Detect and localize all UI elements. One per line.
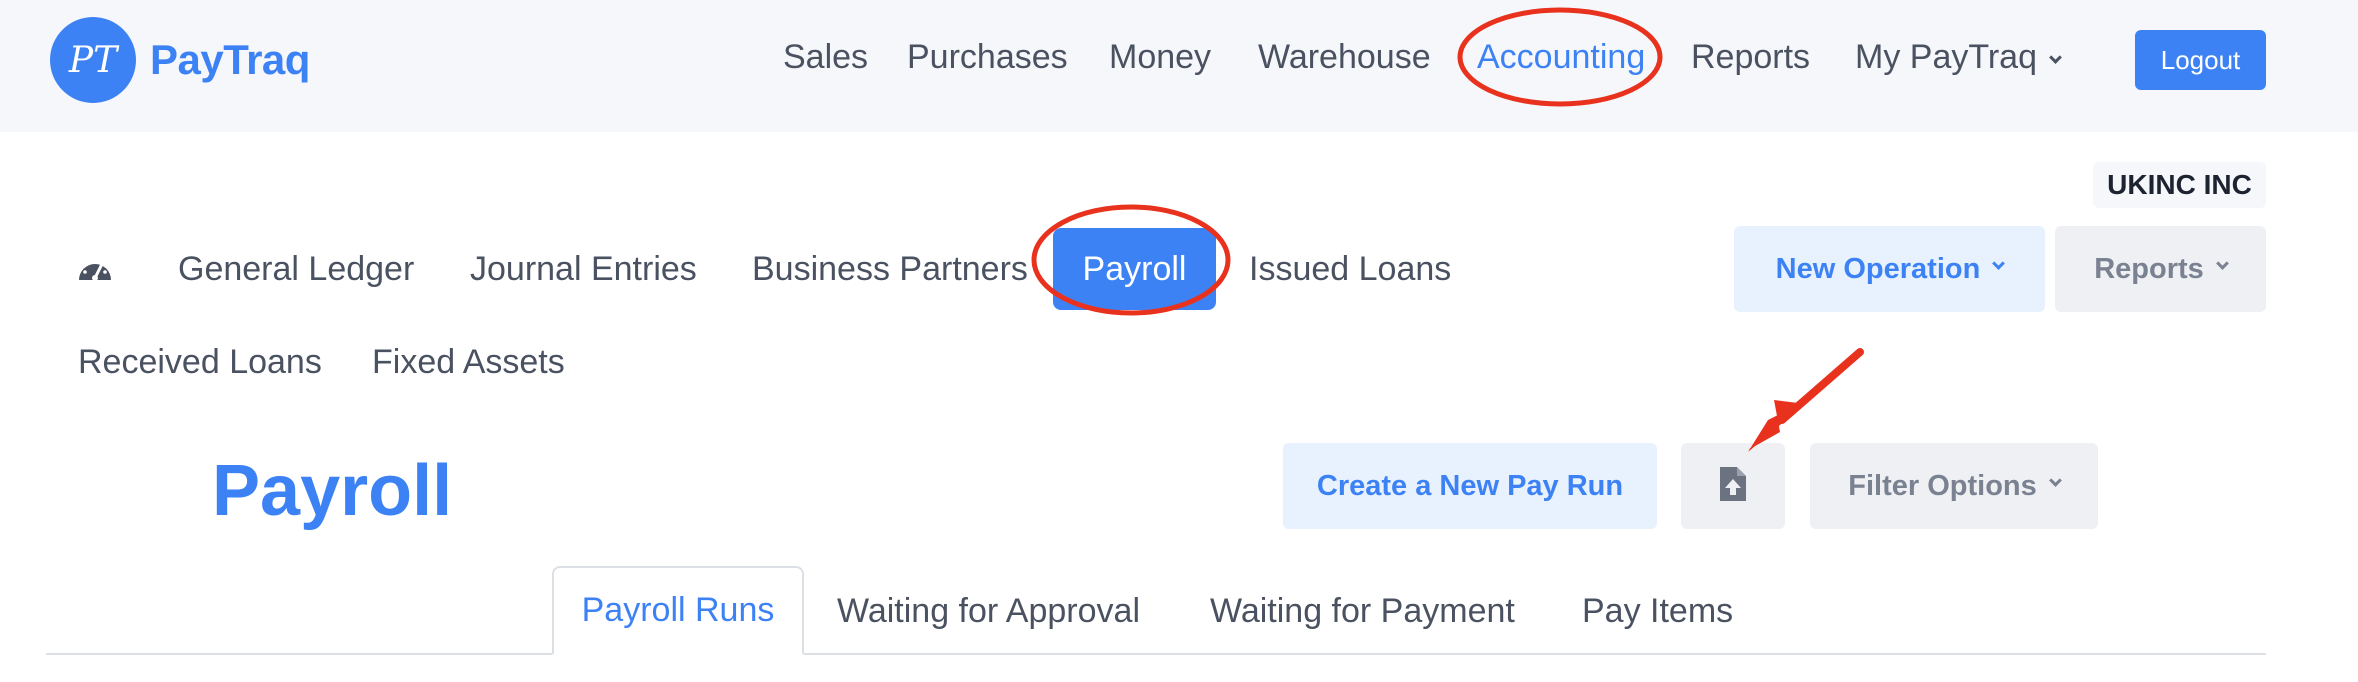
dashboard-gauge-icon[interactable]	[76, 252, 114, 287]
nav-my-paytraq-label: My PayTraq	[1855, 38, 2038, 76]
logo-wordmark: PayTraq	[150, 36, 310, 83]
import-button[interactable]	[1681, 443, 1785, 529]
new-operation-button[interactable]: New Operation	[1734, 226, 2045, 312]
paytraq-logo[interactable]: PT PayTraq	[50, 17, 310, 103]
chevron-down-icon	[2215, 256, 2229, 270]
page-title: Payroll	[212, 451, 453, 531]
nav-warehouse[interactable]: Warehouse	[1258, 38, 1431, 77]
arrow-annotation-icon	[1748, 348, 1864, 452]
filter-options-button[interactable]: Filter Options	[1810, 443, 2098, 529]
reports-button[interactable]: Reports	[2055, 226, 2266, 312]
tab-waiting-for-approval[interactable]: Waiting for Approval	[837, 592, 1140, 631]
nav-reports[interactable]: Reports	[1691, 38, 1810, 77]
nav-purchases[interactable]: Purchases	[907, 38, 1068, 77]
reports-label: Reports	[2094, 252, 2204, 285]
subnav-fixed-assets[interactable]: Fixed Assets	[372, 343, 565, 382]
chevron-down-icon	[1992, 256, 2006, 270]
nav-sales[interactable]: Sales	[783, 38, 868, 77]
company-badge[interactable]: UKINC INC	[2093, 162, 2266, 208]
tab-pay-items[interactable]: Pay Items	[1582, 592, 1733, 631]
subnav-journal-entries[interactable]: Journal Entries	[470, 250, 697, 289]
tabs-divider	[46, 653, 2266, 655]
subnav-general-ledger[interactable]: General Ledger	[178, 250, 414, 289]
create-pay-run-button[interactable]: Create a New Pay Run	[1283, 443, 1657, 529]
subnav-issued-loans[interactable]: Issued Loans	[1249, 250, 1451, 289]
file-upload-icon	[1718, 465, 1748, 508]
nav-accounting[interactable]: Accounting	[1477, 38, 1645, 77]
nav-my-paytraq[interactable]: My PayTraq	[1855, 38, 2062, 77]
subnav-payroll[interactable]: Payroll	[1053, 228, 1216, 310]
logout-button[interactable]: Logout	[2135, 30, 2266, 90]
subnav-received-loans[interactable]: Received Loans	[78, 343, 322, 382]
chevron-down-icon	[2048, 473, 2062, 487]
tab-payroll-runs[interactable]: Payroll Runs	[552, 566, 804, 655]
subnav-business-partners[interactable]: Business Partners	[752, 250, 1028, 289]
filter-options-label: Filter Options	[1848, 469, 2037, 502]
tab-waiting-for-payment[interactable]: Waiting for Payment	[1210, 592, 1515, 631]
nav-money[interactable]: Money	[1109, 38, 1211, 77]
top-navigation-bar: PT PayTraq Sales Purchases Money Warehou…	[0, 0, 2358, 132]
new-operation-label: New Operation	[1775, 252, 1981, 285]
chevron-down-icon	[2049, 51, 2062, 64]
logo-mark: PT	[50, 17, 136, 103]
